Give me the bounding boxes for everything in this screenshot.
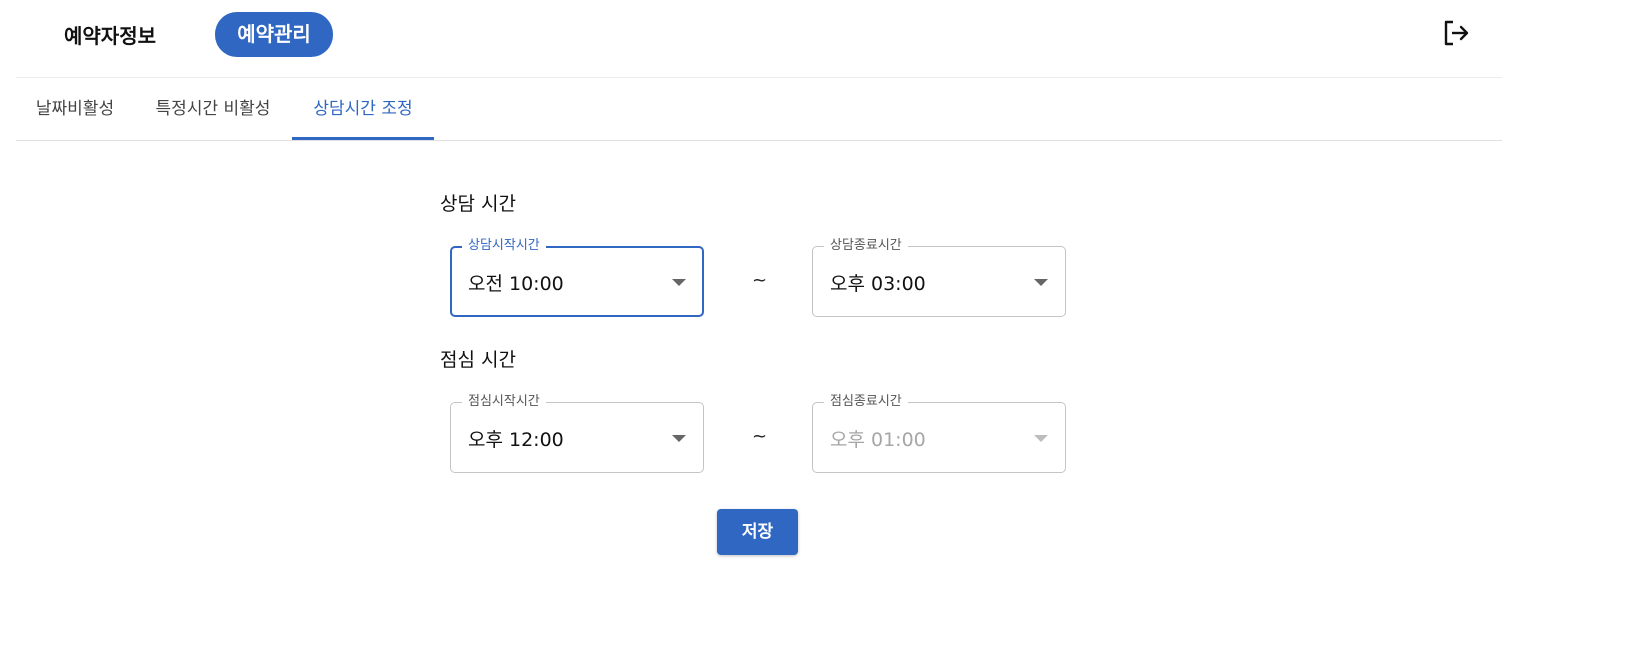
save-button[interactable]: 저장 <box>717 509 798 555</box>
consult-end-select[interactable]: 상담종료시간 오후 03:00 <box>812 237 1066 317</box>
tab-bar: 날짜비활성 특정시간 비활성 상담시간 조정 <box>16 78 1502 141</box>
lunch-start-value: 오후 12:00 <box>468 429 564 451</box>
consult-end-value: 오후 03:00 <box>830 273 926 295</box>
dropdown-arrow-icon <box>1034 279 1048 286</box>
lunch-range-separator: ~ <box>752 426 768 447</box>
nav-reservation-info[interactable]: 예약자정보 <box>64 20 156 52</box>
lunch-time-title: 점심 시간 <box>440 349 516 371</box>
top-navigation-bar: 예약자정보 예약관리 <box>16 0 1502 78</box>
tab-date-disable[interactable]: 날짜비활성 <box>16 78 134 140</box>
lunch-end-value: 오후 01:00 <box>830 429 926 451</box>
tab-specific-time-disable[interactable]: 특정시간 비활성 <box>134 78 292 140</box>
dropdown-arrow-icon <box>672 435 686 442</box>
active-tab-indicator <box>292 137 434 140</box>
consult-start-value: 오전 10:00 <box>468 273 564 295</box>
lunch-start-select[interactable]: 점심시작시간 오후 12:00 <box>450 393 704 473</box>
logout-icon[interactable] <box>1440 18 1472 48</box>
nav-reservation-management[interactable]: 예약관리 <box>215 12 333 57</box>
dropdown-arrow-icon <box>1034 435 1048 442</box>
consult-start-select[interactable]: 상담시작시간 오전 10:00 <box>450 237 704 317</box>
consult-start-label: 상담시작시간 <box>462 237 546 255</box>
lunch-end-label: 점심종료시간 <box>824 393 908 411</box>
lunch-end-select[interactable]: 점심종료시간 오후 01:00 <box>812 393 1066 473</box>
consult-time-title: 상담 시간 <box>440 193 516 215</box>
dropdown-arrow-icon <box>672 279 686 286</box>
tab-consult-time-adjust[interactable]: 상담시간 조정 <box>292 78 434 140</box>
consult-range-separator: ~ <box>752 270 768 291</box>
lunch-start-label: 점심시작시간 <box>462 393 546 411</box>
consult-end-label: 상담종료시간 <box>824 237 908 255</box>
